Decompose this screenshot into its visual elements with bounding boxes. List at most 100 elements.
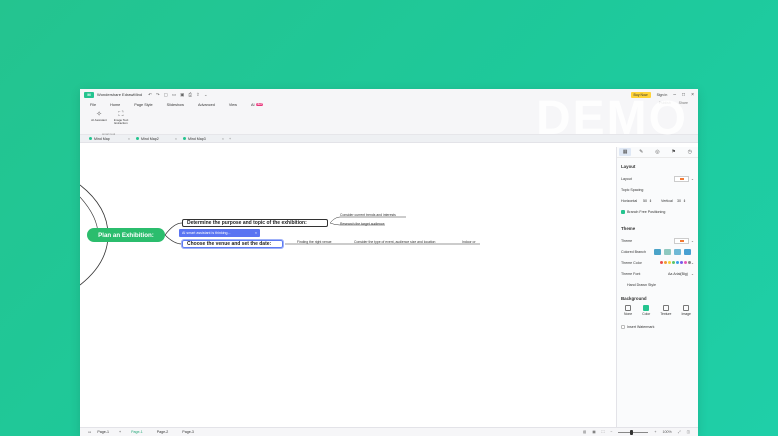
zoom-slider[interactable] [618, 429, 649, 435]
layout-preview [673, 175, 689, 182]
menu-file[interactable]: File [90, 103, 96, 107]
bg-texture-label: Texture [660, 312, 672, 316]
print-icon[interactable]: ⎙ [188, 92, 192, 98]
subtopic[interactable]: Consider current trends and interests [340, 213, 396, 217]
vertical-value: 30 [677, 198, 681, 203]
new-file-icon[interactable]: ▢ [164, 92, 168, 98]
ai-assistant-button[interactable]: ✧ AI Assistant [88, 111, 110, 122]
menu-view[interactable]: View [229, 103, 237, 107]
tab-label: Mind Map3 [188, 136, 206, 141]
image-text-extraction-button[interactable]: ⛶ Image Text Extraction [110, 111, 132, 126]
undo-icon[interactable]: ↶ [148, 92, 152, 98]
mind-map-canvas[interactable]: Plan an Exhibition: Determine the purpos… [80, 147, 616, 427]
subtopic[interactable]: Finding the right venue [297, 240, 332, 244]
tab-mind-map2[interactable]: Mind Map2 × [133, 137, 180, 141]
tab-close-icon[interactable]: × [175, 137, 177, 141]
redo-icon[interactable]: ↷ [156, 92, 160, 98]
subtopic[interactable]: Research the target audience [340, 222, 384, 226]
background-section-title: Background [621, 296, 647, 301]
theme-font-label: Theme Font [621, 271, 641, 276]
style-panel-icon[interactable]: ✎ [635, 148, 647, 156]
page-tab-3[interactable]: Page-3 [182, 430, 194, 434]
horizontal-spacing-input[interactable]: 50 ⇕ [643, 199, 661, 203]
layout-panel-icon[interactable]: ▦ [619, 148, 632, 156]
layout-section-title: Layout [621, 164, 636, 169]
bg-none-option[interactable]: None [624, 305, 632, 316]
bg-texture-option[interactable]: Texture [660, 305, 671, 316]
branch-style-option[interactable] [684, 248, 691, 255]
topic-venue[interactable]: Choose the venue and set the date: [181, 239, 284, 249]
export-icon[interactable]: ⇪ [196, 92, 200, 98]
open-file-icon[interactable]: ▭ [172, 92, 176, 98]
tab-close-icon[interactable]: × [128, 137, 130, 141]
theme-font-select[interactable]: Aa Arial(Big) [668, 272, 688, 276]
fullscreen-icon[interactable]: ⛶ [602, 430, 605, 434]
page-tab-2[interactable]: Page-2 [157, 430, 169, 434]
clipart-panel-icon[interactable]: ◎ [651, 148, 663, 156]
image-icon [683, 305, 690, 311]
add-tab-icon[interactable]: + [229, 137, 231, 141]
more-icon[interactable]: ⌄ [204, 92, 208, 98]
mindmap-icon [136, 137, 139, 140]
hand-drawn-checkbox[interactable] [621, 283, 625, 287]
add-page-icon[interactable]: + [119, 430, 121, 434]
subtopic[interactable]: Consider the type of event, audience siz… [354, 240, 435, 244]
theme-preview [673, 237, 689, 244]
main-topic[interactable]: Plan an Exhibition: [87, 228, 165, 242]
page-tab-1[interactable]: Page-1 [131, 430, 143, 434]
connector-lines [80, 184, 480, 286]
chevron-down-icon: ⌄ [690, 260, 694, 265]
branch-style-option[interactable] [664, 248, 671, 255]
layout-dropdown[interactable]: ⌄ [673, 175, 694, 182]
panel-tabs: ▦ ✎ ◎ ⚑ ◷ [617, 147, 698, 158]
menu-slideshow[interactable]: Slideshow [167, 103, 184, 107]
tab-mind-map3[interactable]: Mind Map3 × [180, 137, 227, 141]
mark-panel-icon[interactable]: ⚑ [668, 148, 680, 156]
chevron-down-icon: ⌄ [690, 271, 694, 276]
zoom-in-icon[interactable]: + [654, 430, 656, 434]
ai-thinking-bar: AI smart assistant is thinking... × [179, 229, 260, 237]
topic-purpose[interactable]: Determine the purpose and topic of the e… [182, 219, 328, 227]
expand-icon[interactable]: ⤢ [678, 430, 681, 434]
stepper-icon: ⇕ [683, 198, 687, 203]
save-icon[interactable]: ▣ [180, 92, 184, 98]
tab-mind-map[interactable]: Mind Map × [86, 137, 133, 141]
branch-free-checkbox[interactable] [621, 209, 625, 214]
tab-close-icon[interactable]: × [222, 137, 224, 141]
app-title: Wondershare EdrawMind [97, 92, 143, 97]
bg-image-option[interactable]: Image [682, 305, 691, 316]
vertical-spacing-input[interactable]: 30 ⇕ [677, 199, 686, 203]
panel-toggle-icon[interactable]: ◫ [687, 430, 690, 434]
branch-style-option[interactable] [654, 248, 661, 255]
page-selector[interactable]: Page-1 [97, 430, 109, 434]
bg-none-label: None [624, 312, 633, 316]
fit-width-icon[interactable]: ▦ [592, 430, 595, 434]
bg-color-option[interactable]: Color [642, 305, 650, 316]
theme-color-picker[interactable] [659, 261, 691, 264]
page-list-icon[interactable]: ▭ [88, 430, 91, 434]
menu-home[interactable]: Home [110, 103, 120, 107]
fit-page-icon[interactable]: ▥ [583, 430, 586, 434]
app-logo: M [84, 91, 94, 98]
menu-page-style[interactable]: Page Style [134, 103, 152, 107]
insert-watermark-checkbox[interactable] [621, 324, 625, 329]
theme-label: Theme [621, 238, 633, 243]
vertical-label: Vertical [661, 198, 673, 203]
subtopic[interactable]: Indoor or [462, 240, 476, 244]
bg-color-label: Color [642, 312, 651, 316]
theme-dropdown[interactable]: ⌄ [673, 237, 694, 244]
tab-label: Mind Map2 [141, 136, 159, 141]
format-panel: ▦ ✎ ◎ ⚑ ◷ Layout Layout ⌄ Topic Spacing … [616, 147, 698, 427]
branch-style-option[interactable] [674, 248, 681, 255]
ai-close-icon[interactable]: × [255, 231, 257, 235]
hand-drawn-label: Hand Drawn Style [627, 282, 656, 287]
menu-ai[interactable]: AI NEW [251, 102, 264, 107]
zoom-level[interactable]: 100% [663, 430, 672, 434]
new-badge: NEW [255, 102, 264, 106]
zoom-knob[interactable] [630, 429, 634, 435]
history-panel-icon[interactable]: ◷ [684, 148, 696, 156]
menu-advanced[interactable]: Advanced [198, 103, 215, 107]
stepper-icon: ⇕ [649, 198, 653, 203]
zoom-out-icon[interactable]: − [610, 430, 612, 434]
close-icon[interactable]: × [691, 92, 694, 98]
